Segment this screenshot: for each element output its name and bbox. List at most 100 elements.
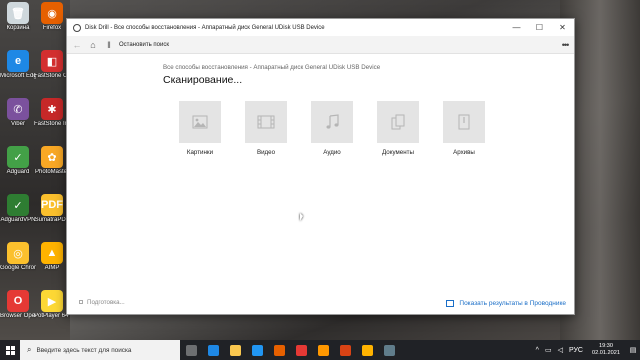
close-button[interactable]: ✕ bbox=[551, 19, 574, 36]
search-icon: ⌕ bbox=[27, 345, 32, 354]
stop-search-button[interactable]: Остановить поиск bbox=[119, 42, 169, 48]
chevron-up-icon[interactable]: ^ bbox=[536, 347, 539, 354]
start-button[interactable] bbox=[0, 340, 20, 360]
app-glyph bbox=[185, 344, 197, 356]
notifications-icon[interactable]: ▤ bbox=[626, 340, 640, 360]
language-indicator[interactable]: РУС bbox=[569, 347, 583, 354]
desktop-shortcut-label: FastStone Capture bbox=[34, 73, 70, 79]
firefox-icon: ◉ bbox=[41, 2, 63, 24]
desktop-shortcut[interactable]: ▶PotPlayer 64 bit bbox=[34, 290, 70, 320]
taskbar-apps bbox=[180, 340, 400, 360]
home-icon[interactable]: ⌂ bbox=[85, 37, 101, 53]
desktop-shortcut-label: AIMP bbox=[44, 265, 60, 271]
viber-icon: ✆ bbox=[7, 98, 29, 120]
category-archives[interactable]: Архивы bbox=[431, 101, 497, 156]
category-audio[interactable]: Аудио bbox=[299, 101, 365, 156]
taskbar-search[interactable]: ⌕ Введите здесь текст для поиска bbox=[20, 340, 180, 360]
network-icon[interactable]: ▭ bbox=[545, 346, 552, 354]
app-glyph bbox=[295, 344, 307, 356]
taskbar: ⌕ Введите здесь текст для поиска ^ ▭ ◁ Р… bbox=[0, 340, 640, 360]
category-documents[interactable]: Документы bbox=[365, 101, 431, 156]
desktop-shortcut[interactable]: ▲ AIMP bbox=[34, 242, 70, 272]
recycle-bin-icon: 🗑 bbox=[7, 2, 29, 24]
status-label: Подготовка... bbox=[87, 299, 125, 306]
film-icon bbox=[245, 101, 287, 143]
desktop-shortcut[interactable]: ✱FastStone Image Viewer bbox=[34, 98, 70, 128]
edge-taskbar-icon[interactable] bbox=[202, 340, 224, 360]
opera-icon: O bbox=[7, 290, 29, 312]
status-text: Подготовка... bbox=[79, 299, 125, 306]
music-note-icon bbox=[311, 101, 353, 143]
main-content: Все способы восстановления - Аппаратный … bbox=[67, 55, 574, 314]
desktop-shortcut[interactable]: eMicrosoft Edge bbox=[0, 50, 36, 80]
category-label: Картинки bbox=[186, 149, 214, 156]
minimize-button[interactable]: — bbox=[505, 19, 528, 36]
toolbar: ← ⌂ ‖ Остановить поиск ••• bbox=[67, 36, 574, 54]
search-placeholder: Введите здесь текст для поиска bbox=[36, 346, 132, 354]
photomaster-icon: ✿ bbox=[41, 146, 63, 168]
desktop-shortcut[interactable]: ✿ PhotoMaster bbox=[34, 146, 70, 176]
desktop-shortcut-label: Firefox bbox=[42, 25, 62, 31]
volume-icon[interactable]: ◁ bbox=[558, 346, 563, 354]
desktop-shortcut-label: FastStone Image Viewer bbox=[34, 121, 70, 127]
explorer-icon[interactable] bbox=[224, 340, 246, 360]
category-label: Аудио bbox=[323, 149, 341, 156]
category-pictures[interactable]: Картинки bbox=[167, 101, 233, 156]
picture-icon bbox=[179, 101, 221, 143]
desktop-shortcut[interactable]: 🗑 Корзина bbox=[0, 2, 36, 32]
desktop-shortcut[interactable]: ✆ Viber bbox=[0, 98, 36, 128]
desktop-shortcut[interactable]: ✓ AdguardVPN bbox=[0, 194, 36, 224]
more-options-icon[interactable]: ••• bbox=[556, 37, 574, 53]
desktop-shortcut[interactable]: OBrowser Opera bbox=[0, 290, 36, 320]
app-glyph bbox=[339, 344, 351, 356]
desktop-shortcut-label: Viber bbox=[11, 121, 25, 127]
back-arrow-icon[interactable]: ← bbox=[69, 37, 85, 53]
store-icon[interactable] bbox=[246, 340, 268, 360]
disk-drill-app-icon bbox=[73, 23, 81, 32]
aimp-taskbar-icon[interactable] bbox=[356, 340, 378, 360]
notes-icon[interactable] bbox=[312, 340, 334, 360]
app-glyph bbox=[361, 344, 373, 356]
pause-icon[interactable]: ‖ bbox=[101, 37, 117, 53]
category-video[interactable]: Видео bbox=[233, 101, 299, 156]
app-glyph bbox=[229, 344, 241, 356]
disk-drill-window: Disk Drill - Все способы восстановления … bbox=[66, 18, 575, 315]
diskdrill-taskbar-icon[interactable] bbox=[378, 340, 400, 360]
app-glyph bbox=[273, 344, 285, 356]
app-icon[interactable] bbox=[334, 340, 356, 360]
image-viewer-icon: ✱ bbox=[41, 98, 63, 120]
title-bar[interactable]: Disk Drill - Все способы восстановления … bbox=[67, 19, 574, 36]
desktop-shortcut[interactable]: ◉ Firefox bbox=[34, 2, 70, 32]
desktop-shortcut-label: Browser Opera bbox=[0, 313, 36, 319]
desktop-shortcut-label: Microsoft Edge bbox=[0, 73, 36, 79]
desktop-shortcut-label: PhotoMaster bbox=[34, 169, 70, 175]
desktop-shortcut-label: PotPlayer 64 bit bbox=[34, 313, 70, 319]
breadcrumb: Все способы восстановления - Аппаратный … bbox=[163, 64, 381, 71]
desktop-shortcut[interactable]: PDF SumatraPDF bbox=[34, 194, 70, 224]
category-label: Видео bbox=[256, 149, 276, 156]
desktop-shortcut[interactable]: ◧FastStone Capture bbox=[34, 50, 70, 80]
mouse-cursor bbox=[300, 213, 303, 221]
desktop-shortcut[interactable]: ✓ Adguard bbox=[0, 146, 36, 176]
clock[interactable]: 19:30 02.01.2021 bbox=[592, 343, 620, 357]
opera-taskbar-icon[interactable] bbox=[290, 340, 312, 360]
clock-date: 02.01.2021 bbox=[592, 350, 620, 356]
edge-icon: e bbox=[7, 50, 29, 72]
desktop-shortcut[interactable]: ◎Google Chrome bbox=[0, 242, 36, 272]
desktop-shortcut-label: Корзина bbox=[6, 25, 30, 31]
windows-logo-icon bbox=[5, 345, 15, 355]
desktop-shortcut-label: SumatraPDF bbox=[34, 217, 70, 223]
status-indicator-icon bbox=[79, 300, 83, 305]
category-list: Картинки Видео Аудио Документы Архивы bbox=[167, 101, 497, 156]
app-glyph bbox=[207, 344, 219, 356]
task-view-icon[interactable] bbox=[180, 340, 202, 360]
firefox-taskbar-icon[interactable] bbox=[268, 340, 290, 360]
documents-icon bbox=[377, 101, 419, 143]
maximize-button[interactable]: ☐ bbox=[528, 19, 551, 36]
aimp-icon: ▲ bbox=[41, 242, 63, 264]
adguard-icon: ✓ bbox=[7, 146, 29, 168]
show-results-link[interactable]: Показать результаты в Проводнике bbox=[446, 300, 566, 307]
desktop-shortcut-label: AdguardVPN bbox=[0, 217, 36, 223]
sumatra-icon: PDF bbox=[41, 194, 63, 216]
desktop-shortcut-label: Adguard bbox=[6, 169, 30, 175]
